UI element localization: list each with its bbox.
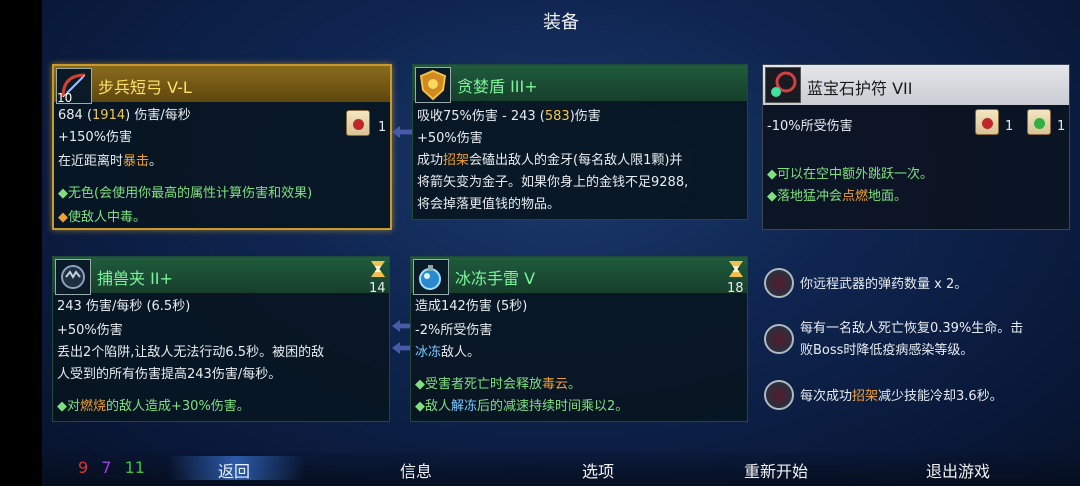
grenade-name: 冰冻手雷 V <box>455 269 536 288</box>
grenade-affix-poison-cloud: ◆受害者死亡时会释放毒云。 <box>415 377 582 392</box>
shield-icon <box>415 67 451 103</box>
shield-name: 贪婪盾 III+ <box>457 77 538 96</box>
amulet-affix-ignite: ◆落地猛冲会点燃地面。 <box>767 189 908 204</box>
bow-affix-colorless: ◆无色(会使用你最高的属性计算伤害和效果) <box>58 186 313 201</box>
trap-cooldown: 14 <box>369 281 386 296</box>
bow-name: 步兵短弓 V-L <box>98 78 192 97</box>
amulet-affix-jump: ◆可以在空中额外跳跃一次。 <box>767 167 933 182</box>
trap-affix-burning: ◆对燃烧的敌人造成+30%伤害。 <box>57 399 250 414</box>
amulet-name: 蓝宝石护符 VII <box>807 79 913 98</box>
restart-button[interactable]: 重新开始 <box>744 458 808 482</box>
perk-parry-text: 每次成功招架减少技能冷却3.6秒。 <box>800 389 1003 404</box>
quit-game-button[interactable]: 退出游戏 <box>926 458 990 482</box>
parry-perk-icon <box>764 380 794 410</box>
trap-dps-line: 243 伤害/每秒 (6.5秒) <box>57 299 191 314</box>
bow-effect-line: 在近距离时暴击。 <box>58 154 163 169</box>
grenade-damage-line: 造成142伤害 (5秒) <box>415 299 528 314</box>
brutality-stat: 9 <box>78 458 89 477</box>
shield-card[interactable]: 贪婪盾 III+ 吸收75%伤害 - 243 (583)伤害 +50%伤害 成功… <box>412 64 748 220</box>
perk-parry[interactable]: 每次成功招架减少技能冷却3.6秒。 <box>764 380 1070 414</box>
tactics-stat: 7 <box>101 458 112 477</box>
bear-trap-icon <box>55 259 91 295</box>
grenade-effect-line: 冰冻敌人。 <box>415 345 481 360</box>
grenade-card[interactable]: 冰冻手雷 V 18 造成142伤害 (5秒) -2%所受伤害 冰冻敌人。 ◆受害… <box>410 256 748 422</box>
perk-ammo-text: 你远程武器的弹药数量 x 2。 <box>800 277 968 292</box>
stat-counters: 9 7 11 <box>78 458 145 477</box>
amulet-defense-line: -10%所受伤害 <box>767 119 853 134</box>
shield-effect-line2: 将箭矢变为金子。如果你身上的金钱不足9288, <box>417 175 689 190</box>
scroll-icon <box>975 109 999 135</box>
bow-affix-poison: ◆使敌人中毒。 <box>58 210 147 225</box>
trap-card[interactable]: 捕兽夹 II+ 14 243 伤害/每秒 (6.5秒) +50%伤害 丢出2个陷… <box>52 256 390 422</box>
amulet-scroll2-count: 1 <box>1057 119 1066 134</box>
trap-effect-line2: 人受到的所有伤害提高243伤害/每秒。 <box>57 367 282 382</box>
trap-name: 捕兽夹 II+ <box>97 269 173 288</box>
vampire-perk-icon <box>764 324 794 354</box>
trap-effect-line1: 丢出2个陷阱,让敌人无法行动6.5秒。被困的敌 <box>57 345 325 360</box>
bow-scroll-count: 1 <box>378 120 387 135</box>
shield-effect-line1: 成功招架会磕出敌人的金牙(每名敌人限1颗)并 <box>417 153 683 168</box>
shield-damage-bonus: +50%伤害 <box>417 131 483 146</box>
shield-block-line: 吸收75%伤害 - 243 (583)伤害 <box>417 109 601 124</box>
amulet-scroll1-count: 1 <box>1005 119 1014 134</box>
grenade-defense-line: -2%所受伤害 <box>415 323 493 338</box>
page-title: 装备 <box>543 12 579 33</box>
amulet-card[interactable]: 蓝宝石护符 VII -10%所受伤害 1 1 ◆可以在空中额外跳跃一次。 ◆落地… <box>762 64 1070 230</box>
survival-stat: 11 <box>124 458 145 477</box>
ammo-perk-icon <box>764 268 794 298</box>
bow-damage-bonus: +150%伤害 <box>58 130 133 145</box>
bow-dps-line: 684 (1914) 伤害/每秒 <box>58 108 191 123</box>
grenade-cooldown: 18 <box>727 281 744 296</box>
perk-vampire-text: 每有一名敌人死亡恢复0.39%生命。击 败Boss时降低疫病感染等级。 <box>800 321 1024 358</box>
scroll-green-icon <box>1027 109 1051 135</box>
bow-card[interactable]: 10 步兵短弓 V-L 684 (1914) 伤害/每秒 +150%伤害 在近距… <box>52 64 392 230</box>
back-button[interactable]: 返回 <box>218 458 250 482</box>
amulet-icon <box>765 67 801 103</box>
bow-level-badge: 10 <box>57 91 73 105</box>
ice-grenade-icon <box>413 259 449 295</box>
shield-effect-line3: 将会掉落更值钱的物品。 <box>417 197 561 212</box>
perk-ammo[interactable]: 你远程武器的弹药数量 x 2。 <box>764 268 1070 302</box>
bow-icon: 10 <box>56 68 92 105</box>
info-button[interactable]: 信息 <box>400 458 432 482</box>
options-button[interactable]: 选项 <box>582 458 614 482</box>
perk-vampire[interactable]: 每有一名敌人死亡恢复0.39%生命。击 败Boss时降低疫病感染等级。 <box>764 318 1070 366</box>
scroll-icon <box>346 110 370 136</box>
trap-damage-bonus: +50%伤害 <box>57 323 123 338</box>
grenade-affix-thaw: ◆敌人解冻后的减速持续时间乘以2。 <box>415 399 629 414</box>
